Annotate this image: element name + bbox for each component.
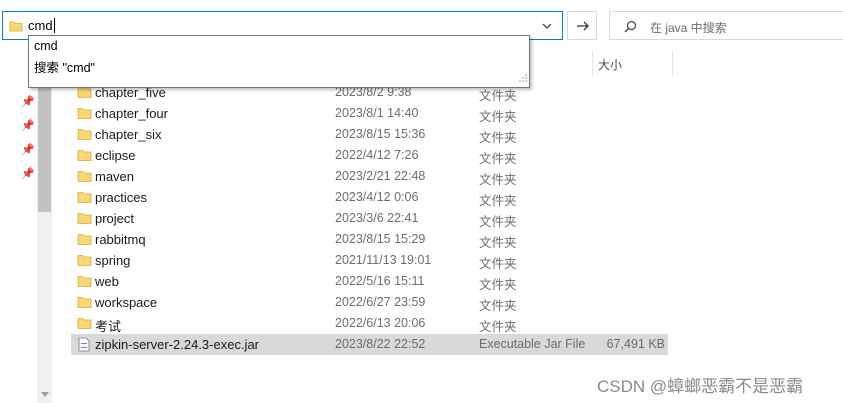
autocomplete-popup: cmd 搜索 "cmd"	[28, 35, 530, 88]
watermark: CSDN @蟑螂恶霸不是恶霸	[597, 377, 804, 396]
pin-icon: 📌	[21, 168, 35, 180]
search-placeholder: 在 java 中搜索	[650, 21, 727, 35]
folder-icon	[77, 316, 92, 333]
file-date-modified: 2023/8/15 15:29	[335, 232, 426, 246]
file-type: 文件夹	[479, 236, 517, 250]
folder-icon	[77, 190, 92, 207]
file-row[interactable]: 考试 2022/6/13 20:06 文件夹	[71, 313, 668, 334]
folder-icon	[77, 232, 92, 249]
folder-icon	[77, 295, 92, 312]
file-name: chapter_six	[95, 127, 162, 142]
folder-icon	[77, 148, 92, 165]
file-name: zipkin-server-2.24.3-exec.jar	[95, 337, 260, 352]
folder-icon	[77, 211, 92, 228]
file-date-modified: 2022/6/13 20:06	[335, 316, 426, 330]
file-name: 考试	[95, 319, 122, 334]
scroll-down-arrow-icon[interactable]	[41, 392, 49, 397]
chevron-down-icon[interactable]	[540, 19, 554, 33]
file-name: maven	[95, 169, 135, 184]
file-type: 文件夹	[479, 194, 517, 208]
file-date-modified: 2023/4/12 0:06	[335, 190, 419, 204]
file-row[interactable]: web 2022/5/16 15:11 文件夹	[71, 271, 668, 292]
file-date-modified: 2023/3/6 22:41	[335, 211, 419, 225]
text-caret	[54, 18, 55, 33]
file-row[interactable]: maven 2023/2/21 22:48 文件夹	[71, 166, 668, 187]
file-name: rabbitmq	[95, 232, 146, 247]
file-type: 文件夹	[479, 173, 517, 187]
file-name: workspace	[95, 295, 158, 310]
file-date-modified: 2021/11/13 19:01	[335, 253, 432, 267]
pin-icon: 📌	[21, 96, 35, 108]
autocomplete-item[interactable]: 搜索 "cmd"	[34, 57, 95, 76]
file-row[interactable]: practices 2023/4/12 0:06 文件夹	[71, 187, 668, 208]
file-name: practices	[95, 190, 148, 205]
column-separator[interactable]	[592, 50, 593, 76]
pin-icon: 📌	[21, 144, 35, 156]
file-row[interactable]: rabbitmq 2023/8/15 15:29 文件夹	[71, 229, 668, 250]
column-header-size[interactable]: 大小	[598, 56, 622, 73]
file-type: 文件夹	[479, 215, 517, 229]
file-row[interactable]: chapter_four 2023/8/1 14:40 文件夹	[71, 103, 668, 124]
file-row[interactable]: project 2023/3/6 22:41 文件夹	[71, 208, 668, 229]
resize-grip-icon[interactable]	[519, 71, 527, 85]
file-type: 文件夹	[479, 110, 517, 124]
folder-icon	[77, 169, 92, 186]
file-row[interactable]: workspace 2022/6/27 23:59 文件夹	[71, 292, 668, 313]
file-type: Executable Jar File	[479, 337, 586, 351]
file-row[interactable]: chapter_six 2023/8/15 15:36 文件夹	[71, 124, 668, 145]
search-box[interactable]: 在 java 中搜索	[609, 11, 843, 40]
pin-icon: 📌	[21, 120, 35, 132]
file-size: 67,491 KB	[606, 337, 665, 351]
column-separator[interactable]	[672, 50, 673, 76]
folder-icon	[77, 274, 92, 291]
file-date-modified: 2023/2/21 22:48	[335, 169, 426, 183]
file-name: chapter_four	[95, 106, 168, 121]
search-icon	[624, 20, 637, 36]
folder-icon	[77, 106, 92, 123]
jar-file-icon	[77, 337, 91, 355]
file-type: 文件夹	[479, 131, 517, 145]
file-date-modified: 2023/8/22 22:52	[335, 337, 426, 351]
file-type: 文件夹	[479, 152, 517, 166]
address-input[interactable]: cmd	[28, 18, 53, 33]
file-date-modified: 2023/8/1 14:40	[335, 106, 419, 120]
file-name: spring	[95, 253, 131, 268]
file-type: 文件夹	[479, 299, 517, 313]
file-date-modified: 2023/8/15 15:36	[335, 127, 426, 141]
file-type: 文件夹	[479, 257, 517, 271]
autocomplete-item[interactable]: cmd	[34, 39, 58, 53]
file-type: 文件夹	[479, 320, 517, 334]
folder-icon	[77, 253, 92, 270]
file-row[interactable]: zipkin-server-2.24.3-exec.jar 2023/8/22 2…	[71, 334, 668, 355]
file-date-modified: 2022/6/27 23:59	[335, 295, 426, 309]
file-row[interactable]: spring 2021/11/13 19:01 文件夹	[71, 250, 668, 271]
file-type: 文件夹	[479, 278, 517, 292]
file-row[interactable]: eclipse 2022/4/12 7:26 文件夹	[71, 145, 668, 166]
go-button[interactable]	[567, 11, 597, 40]
file-name: web	[95, 274, 119, 289]
folder-icon	[77, 127, 92, 144]
folder-icon	[9, 19, 23, 36]
file-name: eclipse	[95, 148, 136, 163]
file-date-modified: 2022/5/16 15:11	[335, 274, 425, 288]
file-date-modified: 2022/4/12 7:26	[335, 148, 419, 162]
file-name: project	[95, 211, 135, 226]
